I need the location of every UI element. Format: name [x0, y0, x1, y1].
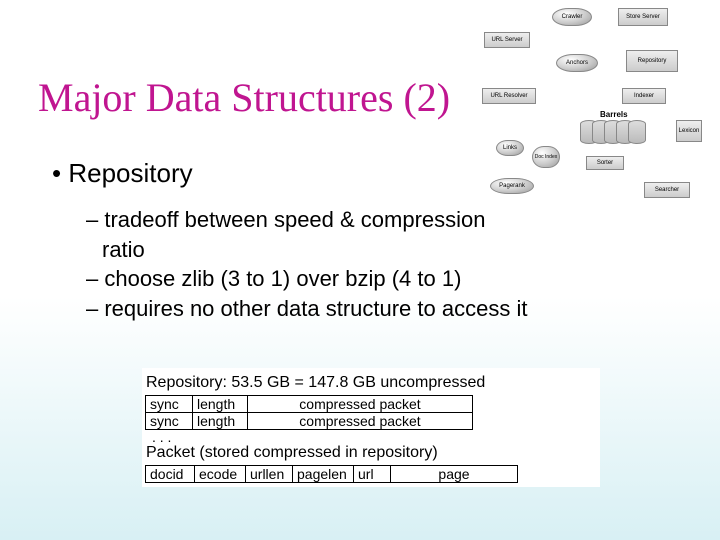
bullet-repository: • Repository — [52, 158, 193, 189]
repo-row-2: sync length compressed packet — [146, 413, 596, 430]
node-lexicon: Lexicon — [676, 120, 702, 142]
node-pagerank: Pagerank — [490, 178, 534, 194]
cell-sync-2: sync — [145, 412, 193, 430]
cell-pagelen: pagelen — [292, 465, 354, 483]
cell-docid: docid — [145, 465, 195, 483]
barrels-label: Barrels — [600, 110, 628, 119]
node-sorter: Sorter — [586, 156, 624, 170]
sub-bullet-3: – requires no other data structure to ac… — [86, 295, 527, 323]
ellipsis: . . . — [146, 430, 596, 444]
cell-compressed-packet-2: compressed packet — [247, 412, 473, 430]
node-links: Links — [496, 140, 524, 156]
sub-bullet-1b: ratio — [102, 236, 527, 264]
packet-label: Packet (stored compressed in repository) — [146, 444, 596, 462]
cell-length: length — [192, 395, 248, 413]
repo-row-1: sync length compressed packet — [146, 396, 596, 413]
node-repository: Repository — [626, 50, 678, 72]
cell-page: page — [390, 465, 518, 483]
cell-url: url — [353, 465, 391, 483]
node-crawler: Crawler — [552, 8, 592, 26]
repository-tables: Repository: 53.5 GB = 147.8 GB uncompres… — [142, 368, 600, 487]
cell-length-2: length — [192, 412, 248, 430]
node-urlserver: URL Server — [484, 32, 530, 48]
sub-bullets: – tradeoff between speed & compression r… — [86, 206, 527, 324]
cell-sync: sync — [145, 395, 193, 413]
node-indexer: Indexer — [622, 88, 666, 104]
cell-ecode: ecode — [194, 465, 246, 483]
node-searcher: Searcher — [644, 182, 690, 198]
sub-bullet-2: – choose zlib (3 to 1) over bzip (4 to 1… — [86, 265, 527, 293]
node-docindex: Doc Index — [532, 146, 560, 168]
cell-urllen: urllen — [245, 465, 293, 483]
node-anchors: Anchors — [556, 54, 598, 72]
barrel-cyl-5 — [628, 120, 646, 144]
packet-row: docid ecode urllen pagelen url page — [146, 466, 596, 483]
node-urlresolver: URL Resolver — [482, 88, 536, 104]
cell-compressed-packet: compressed packet — [247, 395, 473, 413]
architecture-diagram: Crawler Store Server URL Server Anchors … — [482, 6, 702, 206]
node-storeserver: Store Server — [618, 8, 668, 26]
slide-title: Major Data Structures (2) — [38, 74, 450, 121]
sub-bullet-1a: – tradeoff between speed & compression — [86, 206, 527, 234]
repository-size-label: Repository: 53.5 GB = 147.8 GB uncompres… — [146, 374, 596, 392]
